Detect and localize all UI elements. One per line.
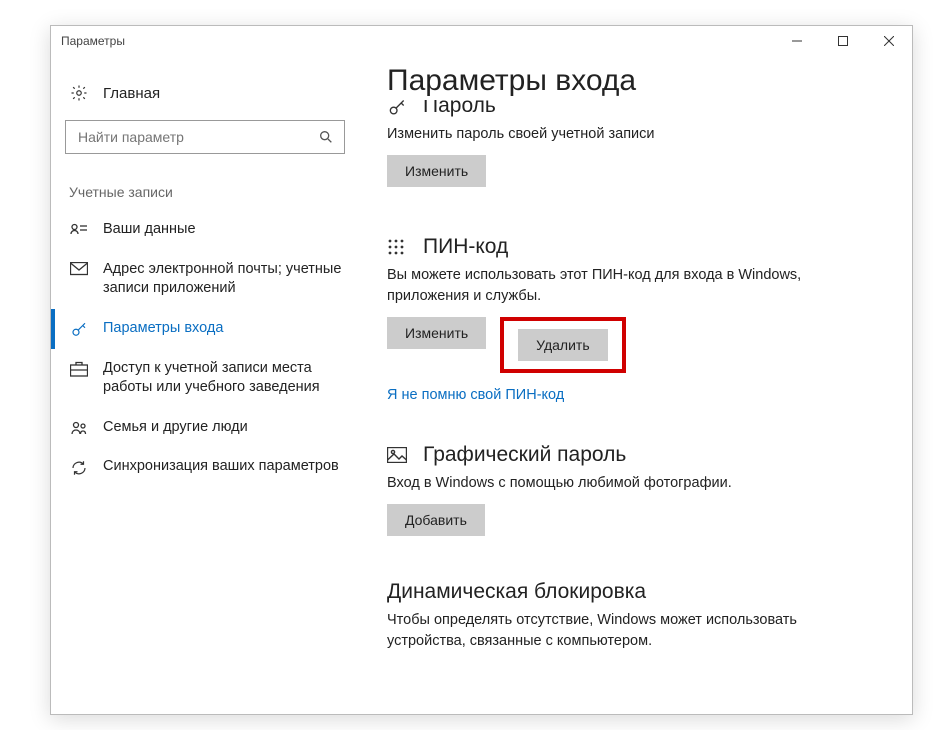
people-icon [69, 418, 89, 436]
pin-change-button[interactable]: Изменить [387, 317, 486, 349]
main-content: Параметры входа Пароль Изменить пароль с… [359, 56, 912, 714]
sidebar-item-label: Доступ к учетной записи места работы или… [103, 359, 345, 398]
settings-window: Параметры Главная Уч [50, 25, 913, 715]
pin-desc: Вы можете использовать этот ПИН-код для … [387, 265, 876, 307]
window-title: Параметры [61, 34, 125, 48]
home-label: Главная [103, 85, 160, 102]
sync-icon [69, 457, 89, 477]
page-title: Параметры входа [387, 64, 876, 98]
sidebar-item-email[interactable]: Адрес электронной почты; учетные записи … [65, 250, 349, 309]
sidebar: Главная Учетные записи Ваши данные А [51, 56, 359, 714]
key-icon [69, 319, 89, 339]
sidebar-item-label: Адрес электронной почты; учетные записи … [103, 260, 345, 299]
dynamic-desc: Чтобы определять отсутствие, Windows мож… [387, 610, 876, 652]
pin-forgot-link[interactable]: Я не помню свой ПИН-код [387, 387, 564, 403]
keypad-icon [387, 238, 411, 256]
picture-desc: Вход в Windows с помощью любимой фотогра… [387, 473, 876, 494]
key-icon [387, 100, 411, 118]
sidebar-item-label: Синхронизация ваших параметров [103, 457, 339, 477]
sidebar-item-signin-options[interactable]: Параметры входа [65, 309, 349, 349]
minimize-button[interactable] [774, 26, 820, 56]
section-password-heading: Пароль [387, 100, 876, 118]
picture-icon [387, 447, 411, 463]
search-box[interactable] [65, 120, 345, 154]
person-card-icon [69, 220, 89, 236]
titlebar: Параметры [51, 26, 912, 56]
picture-add-button[interactable]: Добавить [387, 504, 485, 536]
section-pin-heading: ПИН-код [387, 235, 876, 259]
home-nav[interactable]: Главная [65, 78, 359, 112]
section-heading-text: ПИН-код [423, 235, 508, 259]
sidebar-item-label: Ваши данные [103, 220, 196, 240]
pin-delete-button[interactable]: Удалить [518, 329, 607, 361]
envelope-icon [69, 260, 89, 276]
close-button[interactable] [866, 26, 912, 56]
sidebar-item-family[interactable]: Семья и другие люди [65, 408, 349, 448]
password-desc: Изменить пароль своей учетной записи [387, 124, 876, 145]
search-icon [318, 129, 334, 145]
sidebar-item-sync[interactable]: Синхронизация ваших параметров [65, 447, 349, 487]
section-heading-text: Графический пароль [423, 443, 626, 467]
sidebar-item-label: Семья и другие люди [103, 418, 248, 438]
section-dynamic-heading: Динамическая блокировка [387, 580, 876, 604]
briefcase-icon [69, 359, 89, 377]
section-heading-text: Пароль [423, 100, 496, 118]
highlight-annotation: Удалить [500, 317, 625, 373]
sidebar-item-work-access[interactable]: Доступ к учетной записи места работы или… [65, 349, 349, 408]
section-picture-heading: Графический пароль [387, 443, 876, 467]
password-change-button[interactable]: Изменить [387, 155, 486, 187]
search-input[interactable] [76, 128, 318, 146]
maximize-button[interactable] [820, 26, 866, 56]
sidebar-group-label: Учетные записи [65, 166, 359, 210]
sidebar-item-label: Параметры входа [103, 319, 223, 339]
sidebar-item-your-info[interactable]: Ваши данные [65, 210, 349, 250]
gear-icon [69, 84, 89, 102]
